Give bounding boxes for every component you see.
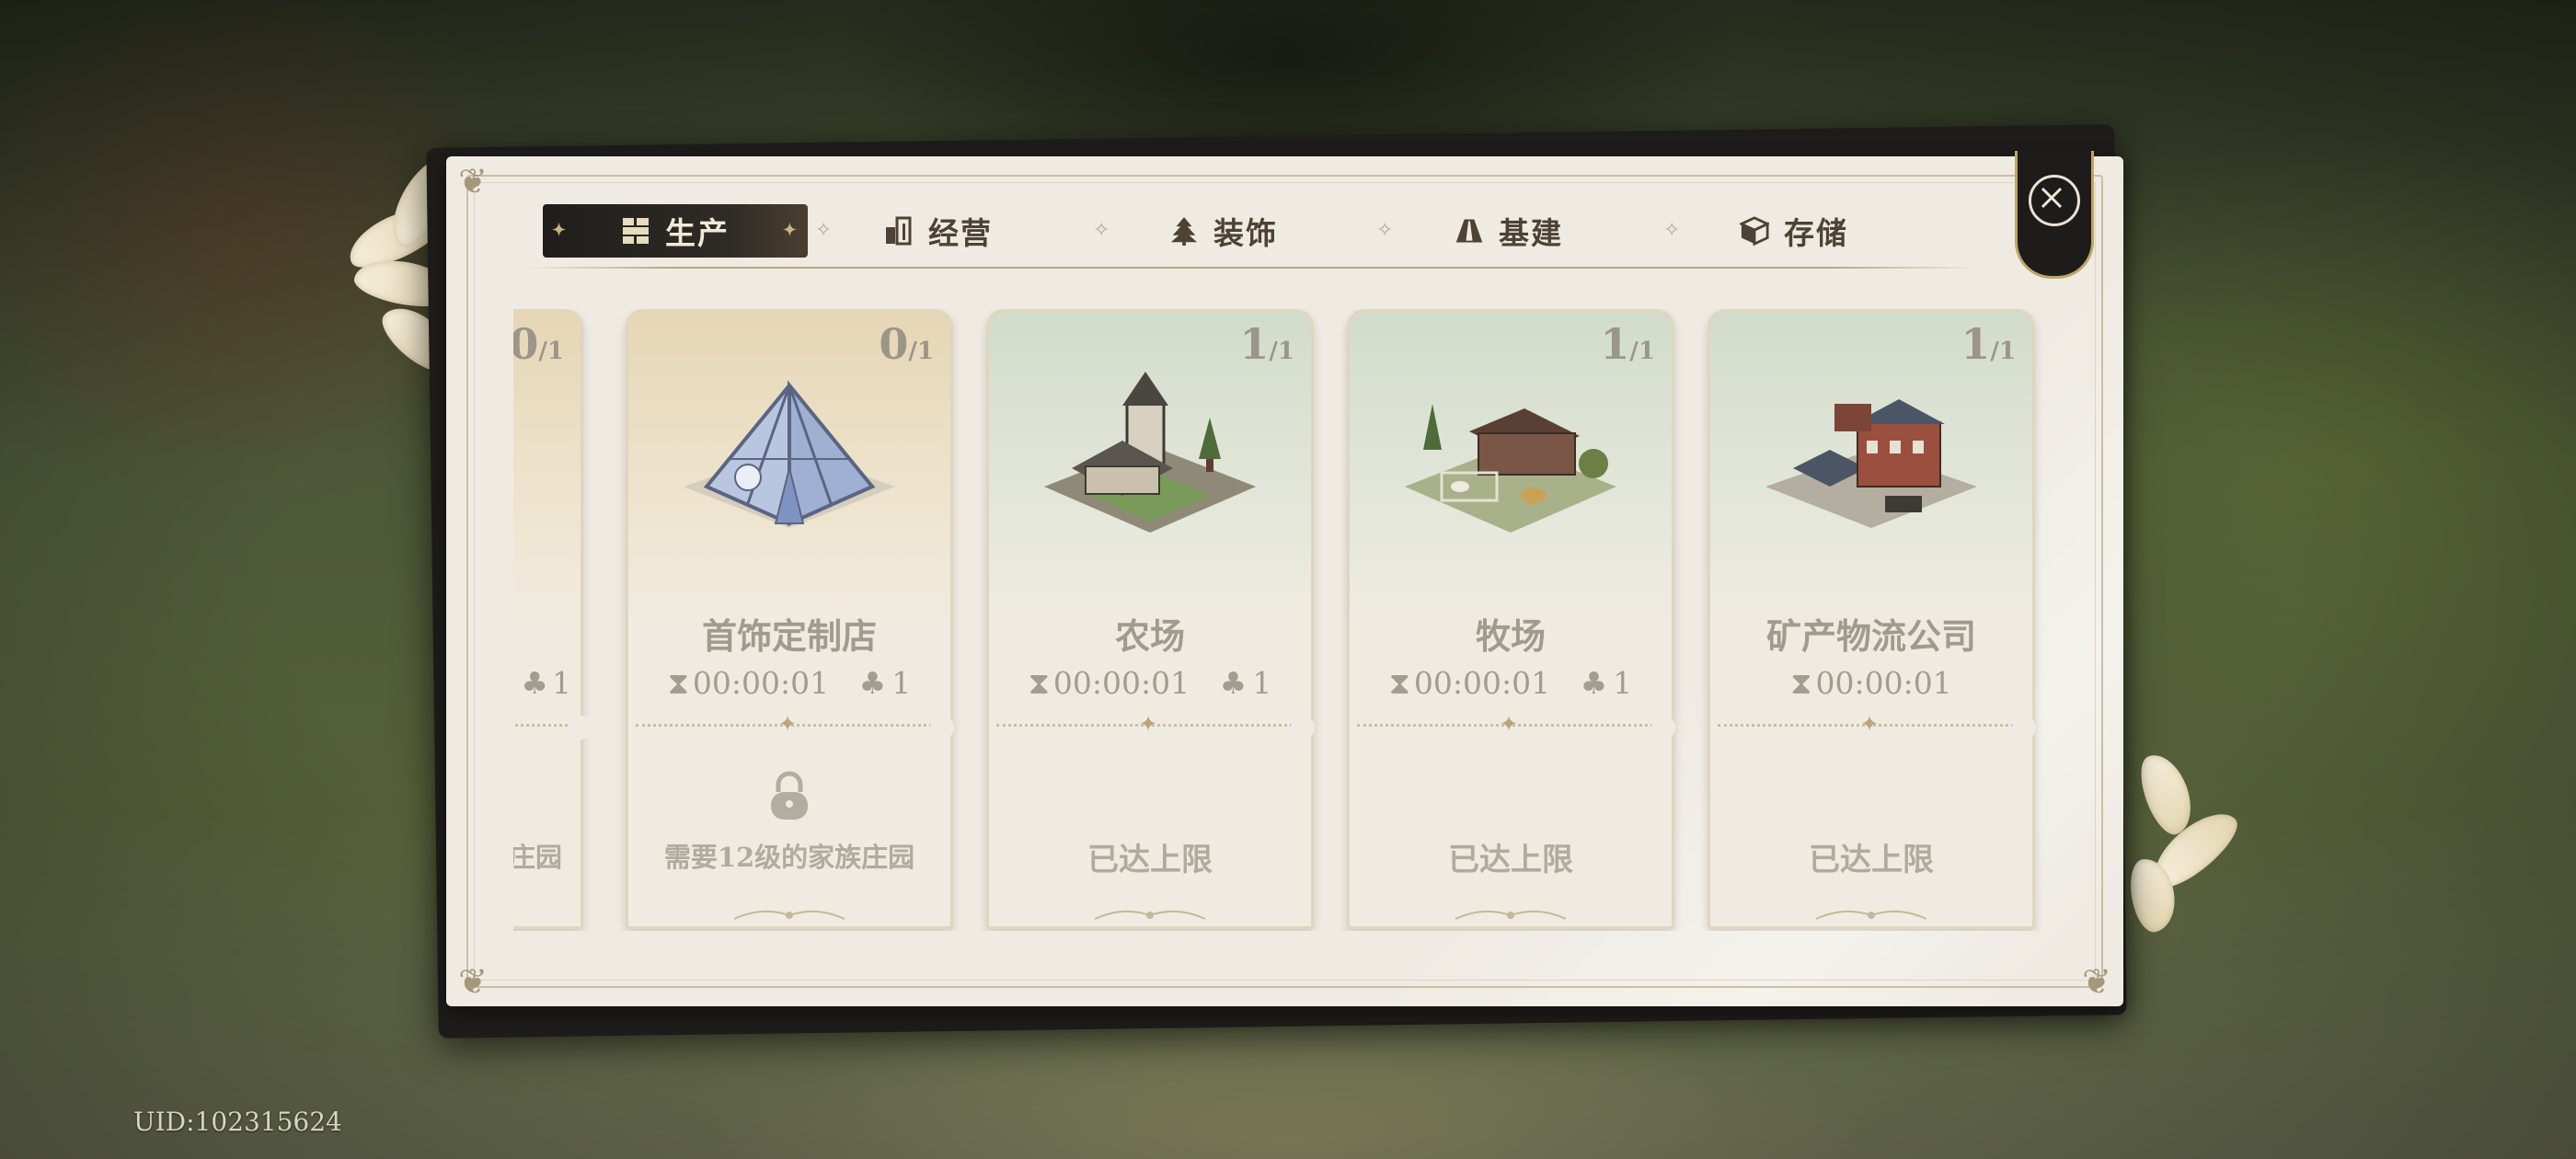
build-count: 1/1 xyxy=(1239,319,1294,369)
tab-production[interactable]: ✦ 生产 ✦ xyxy=(543,204,808,258)
build-time: 00:00:01 xyxy=(1815,665,1952,701)
building-card-ranch[interactable]: 1/1 牧场 ⧗ 00:00:01 ♣ 1 ✦ 已达上限 xyxy=(1347,309,1674,929)
max-reached-label: 已达上限 xyxy=(1448,842,1573,878)
worker-icon: ♣ xyxy=(521,665,548,701)
card-bottom-ornament xyxy=(734,910,845,920)
hourglass-icon: ⧗ xyxy=(667,665,689,701)
card-bottom-ornament xyxy=(1455,910,1566,920)
building-card-farm[interactable]: 1/1 农场 ⧗ 00:00:01 ♣ 1 ✦ 已达上限 xyxy=(986,309,1314,929)
card-notch xyxy=(1651,716,1675,740)
worker-icon: ♣ xyxy=(858,665,887,701)
corner-ornament-bottom-right: ❦ xyxy=(2082,961,2111,1002)
tab-label: 基建 xyxy=(1499,215,1563,251)
card-notch xyxy=(1291,716,1315,740)
tab-infrastructure[interactable]: 基建 xyxy=(1408,204,1610,258)
card-stats: ⧗ 00:00:01 ♣ 1 xyxy=(1350,665,1672,702)
tab-label: 经营 xyxy=(928,215,993,251)
card-bottom-ornament xyxy=(1095,910,1205,920)
build-count: 0/1 xyxy=(513,319,564,369)
tab-separator: ✧ xyxy=(1663,219,1681,242)
build-time: 00:00:01 xyxy=(692,665,830,701)
building-card-mining-logistics[interactable]: 1/1 矿产物流公司 ⧗ 00:00:01 ✦ 已达上限 xyxy=(1708,309,2035,929)
build-time: 00:00:01 xyxy=(1413,665,1551,701)
corner-ornament-bottom-left: ❦ xyxy=(458,961,488,1002)
card-stats: ⧗ 00:00:01 xyxy=(1710,665,2032,702)
tab-decoration[interactable]: 装饰 xyxy=(1122,204,1325,258)
build-count: 1/1 xyxy=(1961,319,2016,369)
tab-storage[interactable]: 存储 xyxy=(1693,204,1895,258)
tab-label: 存储 xyxy=(1784,215,1848,251)
divider-ornament: ✦ xyxy=(778,711,798,737)
hourglass-icon: ⧗ xyxy=(1388,665,1410,701)
card-notch xyxy=(2012,716,2036,740)
tree-icon xyxy=(1169,216,1199,246)
worker-icon: ♣ xyxy=(1580,665,1608,701)
close-button[interactable] xyxy=(2015,151,2094,279)
worker-cost: 1 xyxy=(1252,665,1272,701)
tab-label: 装饰 xyxy=(1213,215,1278,251)
build-time: 00:00:01 xyxy=(1052,665,1190,701)
build-count: 0/1 xyxy=(879,319,934,369)
tab-underline xyxy=(524,267,1978,269)
card-notch xyxy=(930,716,954,740)
mining-company-building-image xyxy=(1765,399,1977,528)
card-bottom-ornament xyxy=(1816,910,1926,920)
tab-separator: ✧ xyxy=(815,219,833,242)
tab-label: 生产 xyxy=(665,215,730,251)
unlock-requirement: 需要12级的家族庄园 xyxy=(663,842,915,873)
building-card-jewelry-shop[interactable]: 0/1 首饰定制店 ⧗ 00:00:01 ♣ 1 ✦ 需要12级的家族庄园 xyxy=(626,309,953,929)
user-id-label: UID:102315624 xyxy=(133,1107,342,1137)
tab-separator: ✧ xyxy=(1376,219,1394,242)
worker-icon: ♣ xyxy=(1219,665,1248,701)
worker-cost: 1 xyxy=(552,665,571,701)
build-count: 1/1 xyxy=(1600,319,1655,369)
tab-separator: ✧ xyxy=(1093,219,1110,242)
building-name: 矿产物流公司 xyxy=(1765,615,1976,657)
grid-icon xyxy=(621,216,650,246)
building-card-partial[interactable]: 0/1 ♣1 庄园 xyxy=(513,309,583,929)
worker-cost: 1 xyxy=(1613,665,1633,701)
building-name: 农场 xyxy=(1114,615,1185,657)
card-stats: ♣ 1 xyxy=(513,665,581,701)
unlock-requirement: 庄园 xyxy=(513,842,562,873)
building-card-list[interactable]: 0/1 ♣1 庄园 0/1 首饰定制店 ⧗00:00:01 ♣1 ✦ xyxy=(513,309,2061,931)
hourglass-icon: ⧗ xyxy=(1790,665,1812,701)
max-reached-label: 已达上限 xyxy=(1087,842,1213,878)
card-stats: ⧗ 00:00:01 ♣ 1 xyxy=(989,665,1311,702)
road-icon xyxy=(1455,216,1484,246)
building-name: 牧场 xyxy=(1475,615,1546,657)
category-tabs: ✦ 生产 ✦ ✧ 经营 ✧ 装饰 ✧ 基建 ✧ 存储 xyxy=(543,204,1978,258)
tab-business[interactable]: 经营 xyxy=(846,204,1030,258)
worker-cost: 1 xyxy=(891,665,912,701)
divider-ornament: ✦ xyxy=(1860,711,1880,737)
divider-ornament: ✦ xyxy=(1500,711,1519,737)
building-icon xyxy=(884,216,914,246)
farm-building-image xyxy=(1044,372,1256,533)
ranch-building-image xyxy=(1405,404,1616,533)
card-divider xyxy=(513,724,573,727)
max-reached-label: 已达上限 xyxy=(1809,842,1934,878)
lock-icon xyxy=(771,771,808,820)
glass-pyramid-building-image xyxy=(684,380,895,528)
card-stats: ⧗ 00:00:01 ♣ 1 xyxy=(628,665,950,702)
card-notch xyxy=(569,716,593,740)
divider-ornament: ✦ xyxy=(1139,711,1158,737)
close-icon xyxy=(2029,175,2080,226)
lily-flower-right xyxy=(2107,717,2247,957)
corner-ornament-top-left: ❦ xyxy=(458,161,488,201)
hourglass-icon: ⧗ xyxy=(1028,665,1050,701)
building-name: 首饰定制店 xyxy=(701,615,877,657)
box-icon xyxy=(1740,216,1769,247)
